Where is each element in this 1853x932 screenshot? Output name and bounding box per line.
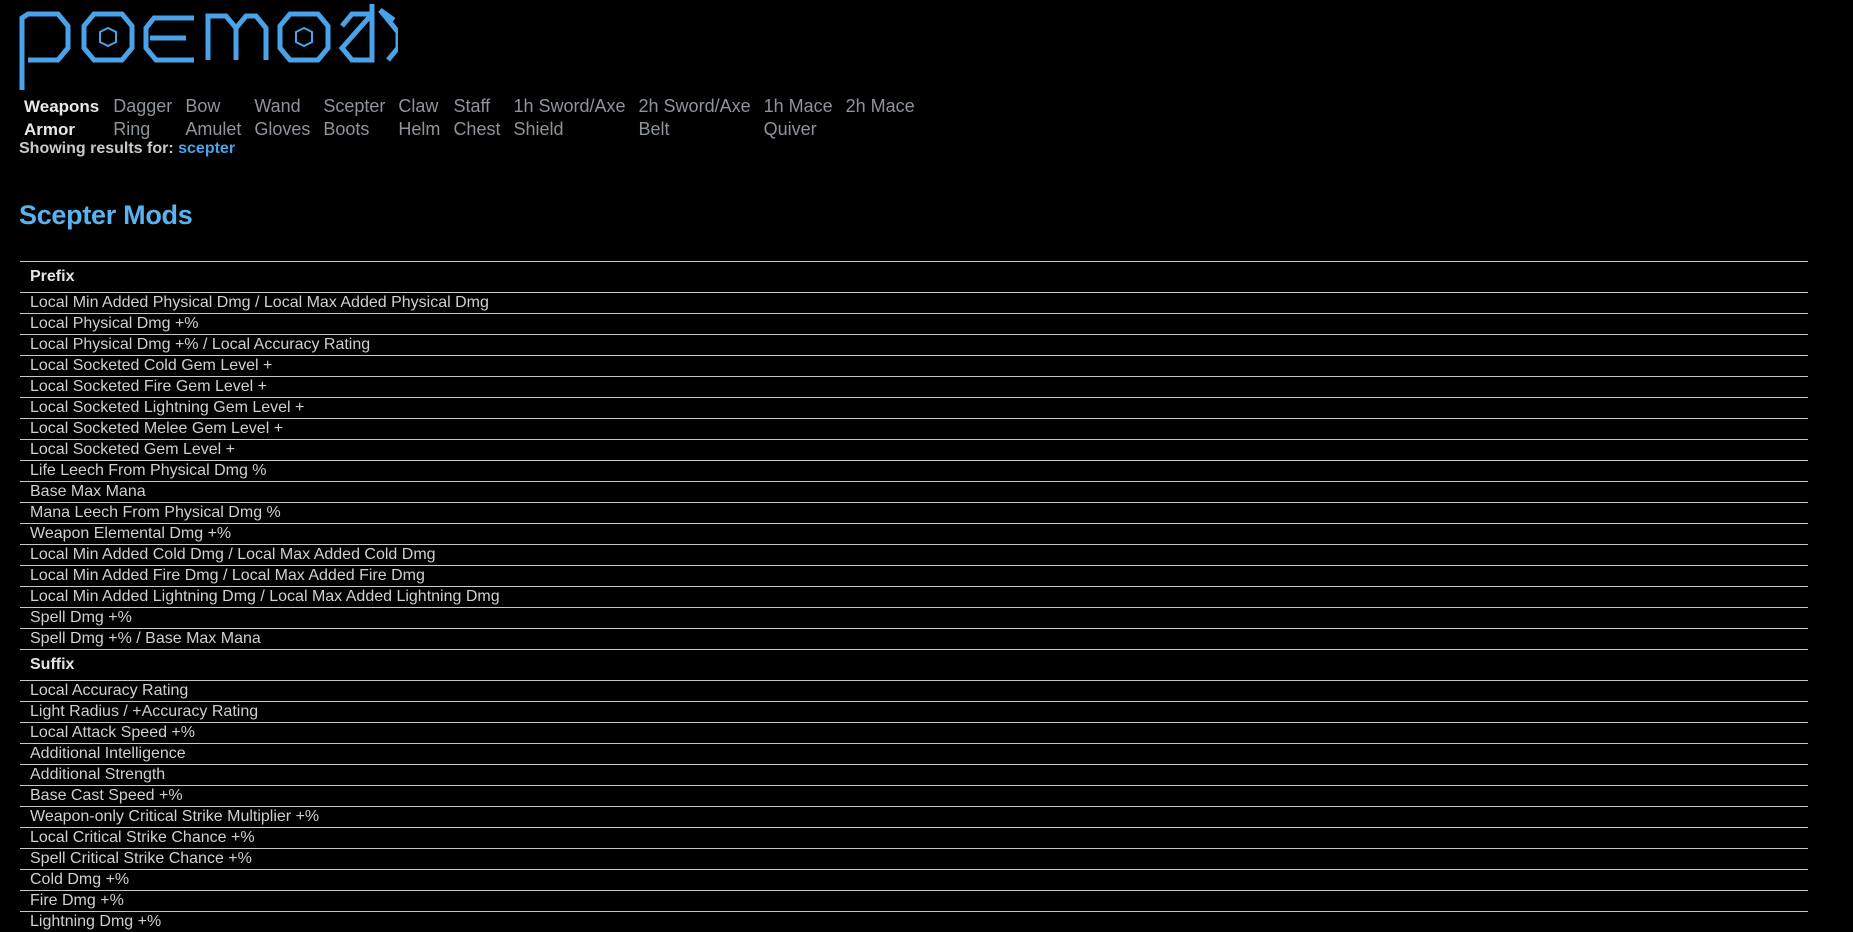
nav-link-claw[interactable]: Claw (398, 95, 453, 118)
mod-row: Local Critical Strike Chance +% (20, 828, 1808, 849)
nav-link-2h-mace[interactable]: 2h Mace (846, 95, 928, 118)
mod-name: Local Attack Speed +% (20, 723, 1808, 744)
mod-row: Additional Strength (20, 765, 1808, 786)
mod-row: Light Radius / +Accuracy Rating (20, 702, 1808, 723)
nav-link-2h-sword-axe[interactable]: 2h Sword/Axe (639, 95, 764, 118)
mod-name: Additional Intelligence (20, 744, 1808, 765)
mod-row: Local Socketed Lightning Gem Level + (20, 398, 1808, 419)
mod-name: Local Accuracy Rating (20, 681, 1808, 702)
mod-row: Local Min Added Fire Dmg / Local Max Add… (20, 566, 1808, 587)
nav-category-weapons: Weapons (24, 95, 113, 118)
page-title: Scepter Mods (19, 200, 192, 231)
mod-row: Local Physical Dmg +% (20, 314, 1808, 335)
mod-row: Local Min Added Cold Dmg / Local Max Add… (20, 545, 1808, 566)
mod-name: Local Min Added Fire Dmg / Local Max Add… (20, 566, 1808, 587)
search-status-label: Showing results for: (19, 140, 174, 157)
search-status: Showing results for: scepter (19, 140, 235, 158)
mod-row: Spell Dmg +% (20, 608, 1808, 629)
mod-name: Light Radius / +Accuracy Rating (20, 702, 1808, 723)
mod-row: Life Leech From Physical Dmg % (20, 461, 1808, 482)
mod-name: Lightning Dmg +% (20, 912, 1808, 932)
mod-name: Local Physical Dmg +% / Local Accuracy R… (20, 335, 1808, 356)
mod-row: Mana Leech From Physical Dmg % (20, 503, 1808, 524)
mod-row: Fire Dmg +% (20, 891, 1808, 912)
nav-link-scepter[interactable]: Scepter (323, 95, 398, 118)
nav-link-chest[interactable]: Chest (453, 118, 513, 141)
mod-name: Additional Strength (20, 765, 1808, 786)
nav-link-wand[interactable]: Wand (254, 95, 323, 118)
nav-link-belt[interactable]: Belt (639, 118, 764, 141)
mod-row: Spell Critical Strike Chance +% (20, 849, 1808, 870)
nav-link-amulet[interactable]: Amulet (185, 118, 254, 141)
mod-row: Local Attack Speed +% (20, 723, 1808, 744)
mod-name: Local Min Added Physical Dmg / Local Max… (20, 293, 1808, 314)
mod-row: Weapon Elemental Dmg +% (20, 524, 1808, 545)
nav-link-gloves[interactable]: Gloves (254, 118, 323, 141)
mod-row: Base Cast Speed +% (20, 786, 1808, 807)
nav-row-weapons: Weapons Dagger Bow Wand Scepter Claw Sta… (24, 95, 928, 118)
search-term-link[interactable]: scepter (178, 140, 235, 157)
mod-name: Local Physical Dmg +% (20, 314, 1808, 335)
mod-row: Weapon-only Critical Strike Multiplier +… (20, 807, 1808, 828)
mod-name: Weapon Elemental Dmg +% (20, 524, 1808, 545)
poemods-logo-mark (18, 2, 398, 94)
section-header-label: Suffix (20, 650, 1808, 681)
mod-name: Spell Dmg +% / Base Max Mana (20, 629, 1808, 650)
poemods-logo[interactable] (18, 2, 398, 99)
mod-row: Local Min Added Lightning Dmg / Local Ma… (20, 587, 1808, 608)
mod-row: Base Max Mana (20, 482, 1808, 503)
mod-name: Local Socketed Melee Gem Level + (20, 419, 1808, 440)
mod-name: Life Leech From Physical Dmg % (20, 461, 1808, 482)
mod-name: Local Socketed Gem Level + (20, 440, 1808, 461)
mod-row: Cold Dmg +% (20, 870, 1808, 891)
mod-row: Local Physical Dmg +% / Local Accuracy R… (20, 335, 1808, 356)
nav-row-armor: Armor Ring Amulet Gloves Boots Helm Ches… (24, 118, 928, 141)
nav-link-dagger[interactable]: Dagger (113, 95, 185, 118)
mod-name: Base Max Mana (20, 482, 1808, 503)
mod-row: Spell Dmg +% / Base Max Mana (20, 629, 1808, 650)
section-header-suffix: Suffix (20, 650, 1808, 681)
mod-name: Local Socketed Lightning Gem Level + (20, 398, 1808, 419)
mods-table-body: PrefixLocal Min Added Physical Dmg / Loc… (20, 262, 1808, 932)
category-nav: Weapons Dagger Bow Wand Scepter Claw Sta… (24, 95, 928, 141)
mod-name: Local Socketed Cold Gem Level + (20, 356, 1808, 377)
mod-row: Lightning Dmg +% (20, 912, 1808, 932)
nav-link-1h-mace[interactable]: 1h Mace (764, 95, 846, 118)
nav-category-armor: Armor (24, 118, 113, 141)
nav-link-helm[interactable]: Helm (398, 118, 453, 141)
mod-name: Local Min Added Cold Dmg / Local Max Add… (20, 545, 1808, 566)
nav-link-1h-sword-axe[interactable]: 1h Sword/Axe (513, 95, 638, 118)
nav-empty-cell (846, 118, 928, 141)
mod-name: Local Socketed Fire Gem Level + (20, 377, 1808, 398)
mods-table: PrefixLocal Min Added Physical Dmg / Loc… (20, 261, 1808, 932)
nav-link-quiver[interactable]: Quiver (764, 118, 846, 141)
mod-row: Local Accuracy Rating (20, 681, 1808, 702)
nav-link-ring[interactable]: Ring (113, 118, 185, 141)
mod-row: Additional Intelligence (20, 744, 1808, 765)
mod-name: Spell Critical Strike Chance +% (20, 849, 1808, 870)
mod-row: Local Socketed Cold Gem Level + (20, 356, 1808, 377)
mod-name: Mana Leech From Physical Dmg % (20, 503, 1808, 524)
nav-link-bow[interactable]: Bow (185, 95, 254, 118)
mod-row: Local Socketed Melee Gem Level + (20, 419, 1808, 440)
mod-row: Local Socketed Gem Level + (20, 440, 1808, 461)
mod-name: Spell Dmg +% (20, 608, 1808, 629)
mod-row: Local Socketed Fire Gem Level + (20, 377, 1808, 398)
nav-link-staff[interactable]: Staff (453, 95, 513, 118)
nav-link-boots[interactable]: Boots (323, 118, 398, 141)
mod-name: Fire Dmg +% (20, 891, 1808, 912)
mod-name: Weapon-only Critical Strike Multiplier +… (20, 807, 1808, 828)
mod-name: Local Min Added Lightning Dmg / Local Ma… (20, 587, 1808, 608)
mod-name: Base Cast Speed +% (20, 786, 1808, 807)
mod-name: Cold Dmg +% (20, 870, 1808, 891)
mod-row: Local Min Added Physical Dmg / Local Max… (20, 293, 1808, 314)
section-header-label: Prefix (20, 262, 1808, 293)
section-header-prefix: Prefix (20, 262, 1808, 293)
nav-link-shield[interactable]: Shield (513, 118, 638, 141)
mod-name: Local Critical Strike Chance +% (20, 828, 1808, 849)
